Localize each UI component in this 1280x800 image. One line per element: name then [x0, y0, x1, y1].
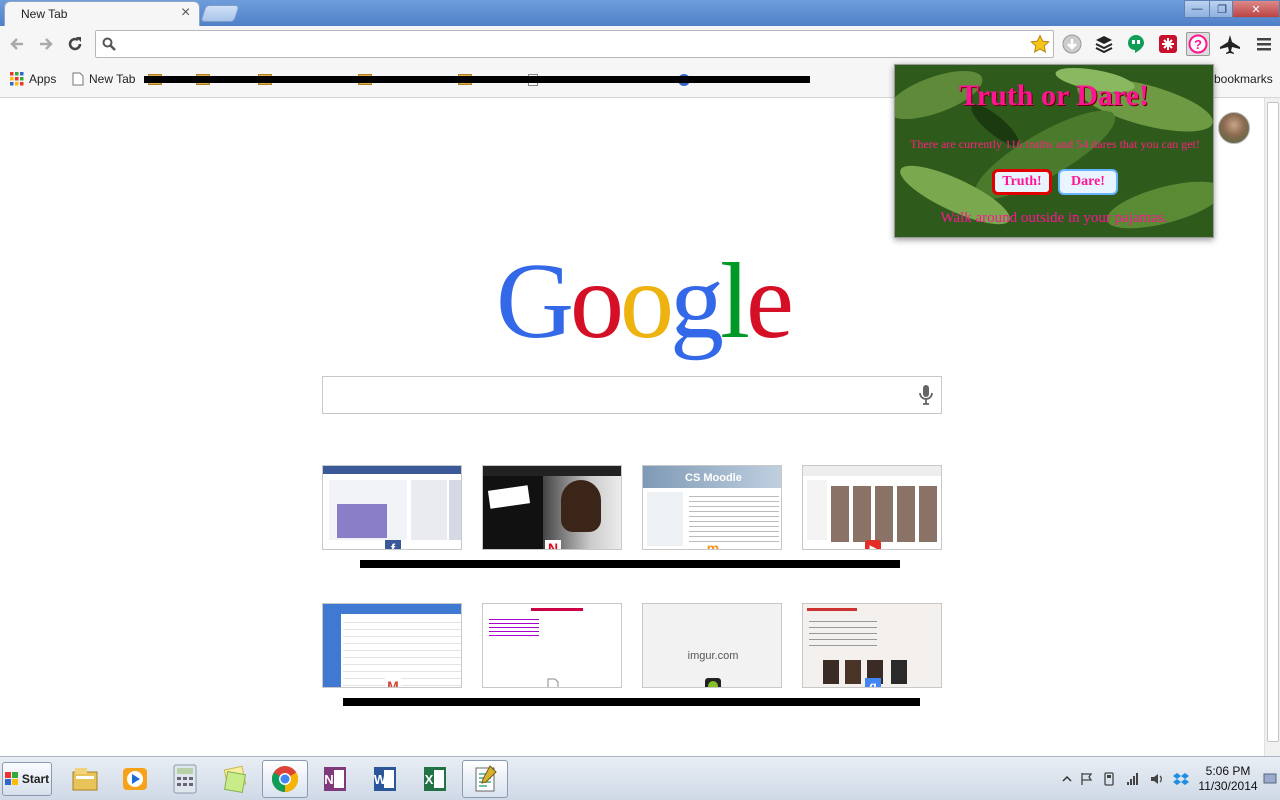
svg-text:W: W [374, 772, 387, 787]
google-logo: Google [496, 248, 794, 356]
question-icon[interactable]: ? [1186, 32, 1210, 56]
start-button[interactable]: Start [2, 762, 52, 796]
redaction-bar [144, 76, 810, 83]
signal-icon[interactable] [1125, 771, 1141, 787]
new-tab-button[interactable] [200, 5, 240, 22]
tab-close-icon[interactable]: × [181, 4, 190, 22]
minimize-button[interactable]: — [1184, 0, 1210, 18]
media-player-icon[interactable] [112, 760, 158, 798]
svg-text:?: ? [1194, 37, 1202, 52]
tile-document[interactable] [482, 603, 622, 688]
red-extension-icon[interactable] [1156, 32, 1180, 56]
page-icon [545, 678, 561, 687]
tile-imgur[interactable]: imgur.com [642, 603, 782, 688]
popup-title: Truth or Dare! [959, 79, 1149, 112]
redaction-bar [343, 698, 920, 706]
svg-text:X: X [425, 772, 434, 787]
tile-cs-moodle[interactable]: CS Moodle m [642, 465, 782, 550]
netflix-icon: N [545, 540, 561, 549]
apps-label: Apps [29, 72, 57, 86]
search-icon [102, 37, 116, 51]
jet-icon[interactable] [1218, 32, 1242, 56]
download-icon[interactable] [1060, 32, 1084, 56]
clock[interactable]: 5:06 PM 11/30/2014 [1196, 764, 1260, 794]
usb-device-icon[interactable] [1101, 771, 1117, 787]
start-label: Start [21, 772, 50, 786]
title-bar: New Tab × — ❐ ✕ [0, 0, 1280, 27]
word-icon[interactable]: W [362, 760, 408, 798]
dare-text: Walk around outside in your pajamas. [940, 210, 1168, 226]
menu-icon[interactable] [1252, 32, 1276, 56]
logo-letter: e [746, 242, 794, 361]
new-tab-bookmark-label: New Tab [89, 72, 136, 86]
popup-count-text: There are currently 116 truths and 54 da… [910, 137, 1200, 151]
dropbox-icon[interactable] [1173, 771, 1189, 787]
moodle-icon: m [706, 540, 720, 550]
forward-icon[interactable] [35, 33, 57, 55]
show-desktop-icon[interactable] [1261, 771, 1279, 787]
imgur-icon [705, 678, 721, 687]
truth-or-dare-popup: Truth or Dare! There are currently 116 t… [894, 64, 1214, 238]
avatar[interactable] [1218, 112, 1250, 144]
redaction-bar [360, 560, 900, 568]
omnibox[interactable] [95, 30, 1054, 58]
new-tab-bookmark[interactable]: New Tab [72, 72, 135, 86]
svg-text:N: N [324, 772, 333, 787]
star-icon[interactable] [1030, 34, 1050, 54]
tile-gmail[interactable]: M [322, 603, 462, 688]
flag-icon[interactable] [1079, 771, 1095, 787]
tab-new-tab[interactable]: New Tab × [4, 1, 200, 27]
tab-title: New Tab [21, 7, 68, 21]
tile-netflix[interactable]: N [482, 465, 622, 550]
clock-date: 11/30/2014 [1198, 779, 1258, 793]
chrome-icon[interactable] [262, 760, 308, 798]
layers-icon[interactable] [1092, 32, 1116, 56]
excel-icon[interactable]: X [412, 760, 458, 798]
calculator-icon[interactable] [162, 760, 208, 798]
apps-grid-icon [10, 72, 24, 86]
logo-letter: G [496, 242, 574, 361]
file-explorer-icon[interactable] [62, 760, 108, 798]
page-icon [72, 72, 84, 86]
truth-button[interactable]: Truth! [992, 169, 1052, 195]
taskbar: Start N W X 5:06 PM 11/30/2014 [0, 756, 1280, 800]
redacted-bookmarks [144, 72, 810, 86]
logo-letter: l [720, 242, 750, 361]
apps-bookmark[interactable]: Apps [10, 72, 56, 86]
scrollbar-thumb[interactable] [1267, 102, 1279, 742]
logo-letter: o [570, 242, 624, 361]
gmail-icon: M [385, 678, 401, 687]
tile-youtube[interactable]: ▶ [802, 465, 942, 550]
hangouts-icon[interactable] [1124, 32, 1148, 56]
logo-letter: o [620, 242, 674, 361]
tile-google-site[interactable]: g [802, 603, 942, 688]
onenote-icon[interactable]: N [312, 760, 358, 798]
facebook-icon: f [385, 540, 401, 549]
windows-logo-icon [4, 772, 19, 786]
clock-time: 5:06 PM [1205, 764, 1251, 778]
browser-toolbar: ? [0, 26, 1280, 62]
youtube-icon: ▶ [865, 540, 881, 549]
reload-icon[interactable] [64, 33, 86, 55]
other-bookmarks[interactable]: bookmarks [1214, 72, 1273, 86]
close-window-button[interactable]: ✕ [1232, 0, 1280, 18]
google-plus-icon: g [865, 678, 881, 687]
back-icon[interactable] [6, 33, 28, 55]
dare-button[interactable]: Dare! [1058, 169, 1118, 195]
notepad-icon[interactable] [462, 760, 508, 798]
show-hidden-icons-icon[interactable] [1059, 771, 1075, 787]
google-search-box[interactable] [322, 376, 942, 414]
sticky-notes-icon[interactable] [212, 760, 258, 798]
other-bookmarks-label: bookmarks [1214, 72, 1273, 86]
logo-letter: g [670, 242, 724, 361]
imgur-label: imgur.com [687, 650, 739, 662]
microphone-icon[interactable] [918, 384, 934, 406]
tile-facebook[interactable]: f [322, 465, 462, 550]
volume-icon[interactable] [1149, 771, 1165, 787]
scrollbar[interactable] [1264, 98, 1280, 756]
